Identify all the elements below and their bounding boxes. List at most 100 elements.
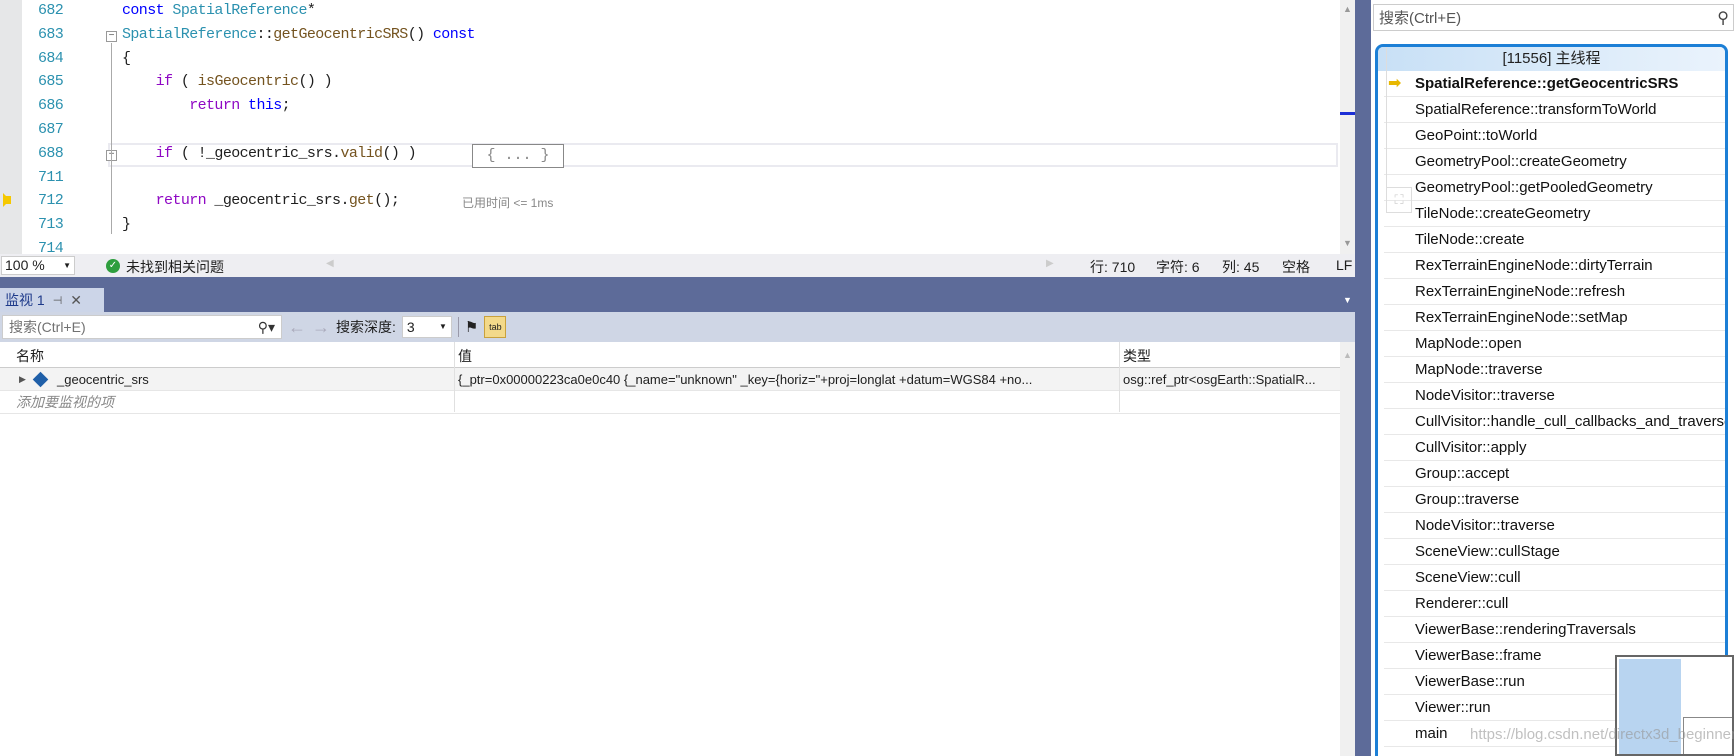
- column-divider[interactable]: [1119, 342, 1120, 412]
- code-token: return: [155, 192, 207, 210]
- code-line[interactable]: const SpatialReference*: [122, 2, 316, 19]
- view-hex-toggle-icon[interactable]: tab: [484, 316, 507, 338]
- stack-frame[interactable]: ViewerBase::renderingTraversals: [1384, 617, 1725, 643]
- column-header-type[interactable]: 类型: [1123, 346, 1339, 366]
- char-indicator[interactable]: 字符: 6: [1156, 257, 1200, 277]
- stack-frame[interactable]: ➡ SpatialReference::getGeocentricSRS: [1384, 71, 1725, 97]
- scroll-position-marker: [1340, 112, 1355, 115]
- scroll-up-icon[interactable]: ▲: [1343, 4, 1352, 14]
- stack-frame[interactable]: SceneView::cullStage: [1384, 539, 1725, 565]
- stack-frame[interactable]: TileNode::createGeometry: [1384, 201, 1725, 227]
- column-header-name[interactable]: 名称: [16, 346, 458, 366]
- code-line[interactable]: SpatialReference::getGeocentricSRS() con…: [122, 25, 476, 43]
- add-watch-row[interactable]: 添加要监视的项: [0, 391, 1340, 414]
- code-line[interactable]: }: [122, 216, 131, 233]
- search-depth-dropdown[interactable]: 3 ▼: [401, 316, 452, 338]
- breakpoint-gutter[interactable]: [0, 0, 22, 254]
- issues-status[interactable]: 未找到相关问题: [126, 257, 224, 277]
- stack-frame[interactable]: RexTerrainEngineNode::dirtyTerrain: [1384, 253, 1725, 279]
- code-token: get: [348, 192, 375, 210]
- search-placeholder: 搜索(Ctrl+E): [9, 319, 86, 335]
- scroll-right-icon[interactable]: ▶: [1046, 258, 1054, 269]
- scroll-up-icon[interactable]: ▲: [1343, 350, 1352, 360]
- filter-pin-icon[interactable]: ⚑: [465, 318, 478, 336]
- search-icon[interactable]: ⚲: [1717, 8, 1729, 28]
- code-token: const: [122, 2, 173, 19]
- col-indicator[interactable]: 列: 45: [1222, 257, 1259, 277]
- grid-vertical-scrollbar[interactable]: ▲: [1340, 342, 1355, 756]
- editor-vertical-scrollbar[interactable]: ▲ ▼: [1340, 0, 1355, 254]
- stack-frame[interactable]: Group::accept: [1384, 461, 1725, 487]
- tab-watch-1[interactable]: 监视 1 ⊣ ✕: [0, 288, 104, 312]
- code-editor[interactable]: 682 const SpatialReference* 683 SpatialRefe…: [0, 0, 1355, 254]
- frame-label: main: [1415, 725, 1448, 742]
- code-token: ();: [374, 192, 400, 210]
- line-number: 683: [38, 25, 64, 43]
- frame-label: GeometryPool::getPooledGeometry: [1415, 179, 1653, 196]
- watch-grid: 名称 值 类型 ▶ _geocentric_srs {_ptr=0x000002…: [0, 342, 1355, 756]
- zoom-dropdown[interactable]: 100 % ▼: [1, 256, 75, 275]
- callstack-search-input[interactable]: 搜索(Ctrl+E) ⚲: [1373, 4, 1734, 31]
- stack-frame[interactable]: RexTerrainEngineNode::refresh: [1384, 279, 1725, 305]
- stack-frame[interactable]: GeoPoint::toWorld: [1384, 123, 1725, 149]
- line-number: 712: [38, 192, 64, 210]
- stack-frame[interactable]: NodeVisitor::traverse: [1384, 383, 1725, 409]
- column-divider[interactable]: [454, 342, 455, 412]
- collapse-icon[interactable]: −: [106, 31, 117, 42]
- collapsed-region[interactable]: { ... }: [472, 144, 564, 168]
- variable-icon: [32, 371, 49, 388]
- zoom-slider[interactable]: [1386, 47, 1410, 193]
- separator: [457, 317, 459, 337]
- panel-splitter[interactable]: [1355, 0, 1371, 756]
- current-line-arrow-body: [3, 196, 11, 204]
- scroll-left-icon[interactable]: ◀: [326, 258, 334, 269]
- line-indicator[interactable]: 行: 710: [1090, 257, 1135, 277]
- stack-frame[interactable]: GeometryPool::getPooledGeometry: [1384, 175, 1725, 201]
- stack-frame[interactable]: TileNode::create: [1384, 227, 1725, 253]
- scroll-down-icon[interactable]: ▼: [1343, 238, 1352, 248]
- forward-arrow-icon[interactable]: →: [312, 317, 330, 338]
- frame-label: Renderer::cull: [1415, 595, 1509, 612]
- column-header-value[interactable]: 值: [458, 346, 1118, 366]
- add-watch-placeholder[interactable]: 添加要监视的项: [16, 392, 458, 412]
- stack-frame[interactable]: CullVisitor::handle_cull_callbacks_and_t…: [1384, 409, 1725, 435]
- pin-icon[interactable]: ⊣: [53, 294, 63, 307]
- expand-triangle-icon[interactable]: ▶: [19, 374, 26, 385]
- stack-frame[interactable]: Group::traverse: [1384, 487, 1725, 513]
- code-token: isGeocentric: [197, 73, 299, 91]
- tab-label: 监视 1: [5, 292, 45, 308]
- window-menu-chevron-icon[interactable]: ▼: [1343, 295, 1352, 305]
- code-token: SpatialReference: [122, 25, 257, 43]
- code-token: ;: [281, 97, 291, 115]
- code-line[interactable]: return _geocentric_srs.get();: [122, 192, 400, 210]
- stack-frame[interactable]: CullVisitor::apply: [1384, 435, 1725, 461]
- watch-row-type: osg::ref_ptr<osgEarth::SpatialR...: [1123, 371, 1316, 387]
- fit-view-icon[interactable]: ⛶: [1386, 187, 1412, 213]
- chevron-down-icon: ▼: [438, 322, 447, 331]
- frame-label: MapNode::open: [1415, 335, 1522, 352]
- stack-frame[interactable]: Renderer::cull: [1384, 591, 1725, 617]
- back-arrow-icon[interactable]: ←: [288, 317, 306, 338]
- perf-tip[interactable]: 已用时间 <= 1ms: [462, 194, 553, 211]
- stack-frame[interactable]: MapNode::traverse: [1384, 357, 1725, 383]
- line-number: 713: [38, 216, 64, 234]
- line-number: 682: [38, 2, 64, 19]
- code-line[interactable]: {: [122, 50, 131, 67]
- stack-frame[interactable]: SceneView::cull: [1384, 565, 1725, 591]
- code-line[interactable]: return this;: [122, 97, 290, 114]
- spacing-indicator[interactable]: 空格: [1282, 257, 1310, 277]
- watch-row[interactable]: ▶ _geocentric_srs {_ptr=0x00000223ca0e0c…: [0, 368, 1340, 391]
- stack-frame[interactable]: SpatialReference::transformToWorld: [1384, 97, 1725, 123]
- search-icon[interactable]: ⚲▾: [258, 319, 275, 336]
- watch-row-value[interactable]: {_ptr=0x00000223ca0e0c40 {_name="unknown…: [458, 372, 1118, 387]
- close-icon[interactable]: ✕: [70, 292, 82, 309]
- stack-frame[interactable]: MapNode::open: [1384, 331, 1725, 357]
- stack-frame[interactable]: GeometryPool::createGeometry: [1384, 149, 1725, 175]
- code-line[interactable]: if ( isGeocentric() ): [122, 73, 333, 91]
- stack-frame[interactable]: RexTerrainEngineNode::setMap: [1384, 305, 1725, 331]
- stack-frame[interactable]: NodeVisitor::traverse: [1384, 513, 1725, 539]
- frame-label: ViewerBase::run: [1415, 673, 1525, 690]
- eol-indicator[interactable]: LF: [1336, 257, 1352, 273]
- watch-search-input[interactable]: 搜索(Ctrl+E) ⚲▾: [2, 315, 282, 339]
